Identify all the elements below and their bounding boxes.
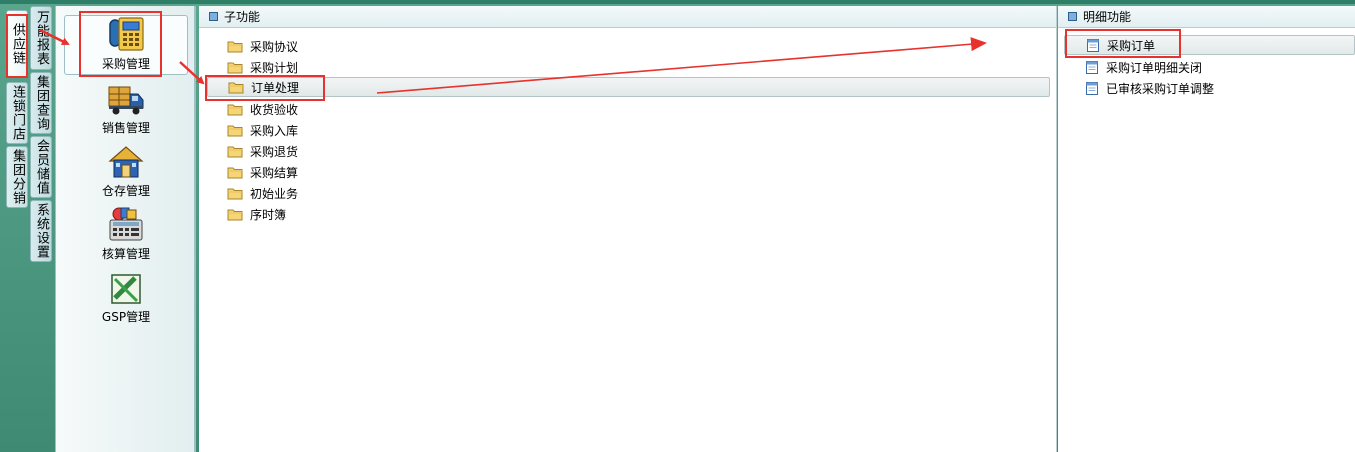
tree-item-label: 初始业务 bbox=[250, 186, 299, 201]
header-square-icon bbox=[1068, 12, 1077, 21]
warehouse-house-icon bbox=[108, 146, 144, 178]
folder-icon bbox=[228, 82, 244, 93]
document-icon bbox=[1087, 38, 1099, 52]
folder-icon bbox=[227, 146, 243, 157]
module-sales[interactable]: 销售管理 bbox=[64, 78, 188, 138]
tree-item[interactable]: 序时簿 bbox=[227, 204, 286, 224]
tree-item-label: 采购退货 bbox=[250, 144, 299, 159]
tree-item-label: 采购结算 bbox=[250, 165, 299, 180]
window-top-border bbox=[0, 0, 1355, 4]
tree-item[interactable]: 采购协议 bbox=[227, 36, 298, 56]
module-label: 仓存管理 bbox=[101, 184, 150, 198]
tree-item-label: 订单处理 bbox=[251, 80, 300, 95]
sub-function-header: 子功能 bbox=[199, 6, 1056, 28]
module-label: 采购管理 bbox=[101, 57, 150, 71]
module-accounting[interactable]: 核算管理 bbox=[64, 204, 188, 264]
tab-system-settings[interactable]: 系统设置 bbox=[30, 200, 52, 262]
module-label: 销售管理 bbox=[101, 121, 150, 135]
gsp-certificate-icon bbox=[111, 274, 141, 304]
module-purchase[interactable]: 采购管理 bbox=[64, 15, 188, 75]
module-panel: 采购管理 销售管理 仓存管理 核算管理 GSP管理 bbox=[55, 6, 196, 452]
panel-title: 子功能 bbox=[224, 10, 261, 24]
tree-item[interactable]: 初始业务 bbox=[227, 183, 298, 203]
tree-item[interactable]: 采购入库 bbox=[227, 120, 298, 140]
tree-item-label: 采购协议 bbox=[250, 39, 299, 54]
tree-item[interactable]: 采购计划 bbox=[227, 57, 298, 77]
panel-title: 明细功能 bbox=[1083, 10, 1132, 24]
folder-icon bbox=[227, 41, 243, 52]
folder-icon bbox=[227, 104, 243, 115]
folder-icon bbox=[227, 167, 243, 178]
tab-member-stored-value[interactable]: 会员储值 bbox=[30, 136, 52, 198]
module-gsp[interactable]: GSP管理 bbox=[64, 267, 188, 327]
detail-item-label: 采购订单明细关闭 bbox=[1106, 60, 1203, 75]
detail-item[interactable]: 采购订单 bbox=[1064, 35, 1355, 55]
folder-icon bbox=[227, 209, 243, 220]
delivery-truck-icon bbox=[108, 86, 144, 115]
detail-item-label: 采购订单 bbox=[1107, 38, 1156, 53]
folder-icon bbox=[227, 62, 243, 73]
module-label: GSP管理 bbox=[101, 310, 151, 324]
detail-function-panel: 明细功能 采购订单采购订单明细关闭 已审核采购订单调整 bbox=[1058, 6, 1355, 452]
folder-icon bbox=[227, 188, 243, 199]
tab-group-query[interactable]: 集团查询 bbox=[30, 72, 52, 134]
tab-chain-stores[interactable]: 连锁门店 bbox=[6, 82, 28, 144]
header-square-icon bbox=[209, 12, 218, 21]
purchase-phone-icon bbox=[109, 17, 144, 51]
document-icon bbox=[1086, 60, 1098, 74]
tree-item[interactable]: 收货验收 bbox=[227, 99, 298, 119]
tab-universal-reports[interactable]: 万能报表 bbox=[30, 6, 52, 70]
tree-item-label: 采购入库 bbox=[250, 123, 299, 138]
module-label: 核算管理 bbox=[101, 247, 150, 261]
module-warehouse[interactable]: 仓存管理 bbox=[64, 141, 188, 201]
tree-item-label: 序时簿 bbox=[250, 207, 287, 222]
tree-item-label: 采购计划 bbox=[250, 60, 299, 75]
tree-item[interactable]: 订单处理 bbox=[207, 77, 1050, 97]
sub-function-panel: 子功能 采购协议采购计划订单处理收货验收采购入库采购退货采购结算初始业务序时簿 bbox=[199, 6, 1057, 452]
detail-item[interactable]: 已审核采购订单调整 bbox=[1086, 78, 1214, 98]
tab-supply-chain[interactable]: 供应链 bbox=[6, 10, 28, 78]
tab-group-distribution[interactable]: 集团分销 bbox=[6, 146, 28, 208]
document-icon bbox=[1086, 81, 1098, 95]
accounting-calculator-icon bbox=[109, 207, 143, 241]
tree-item[interactable]: 采购结算 bbox=[227, 162, 298, 182]
detail-function-header: 明细功能 bbox=[1058, 6, 1355, 28]
folder-icon bbox=[227, 125, 243, 136]
app-window: 供应链 连锁门店 集团分销 万能报表 集团查询 会员储值 系统设置 采购管理 销… bbox=[0, 0, 1355, 452]
detail-item-label: 已审核采购订单调整 bbox=[1106, 81, 1215, 96]
detail-item[interactable]: 采购订单明细关闭 bbox=[1086, 57, 1202, 77]
tree-item-label: 收货验收 bbox=[250, 102, 299, 117]
tree-item[interactable]: 采购退货 bbox=[227, 141, 298, 161]
